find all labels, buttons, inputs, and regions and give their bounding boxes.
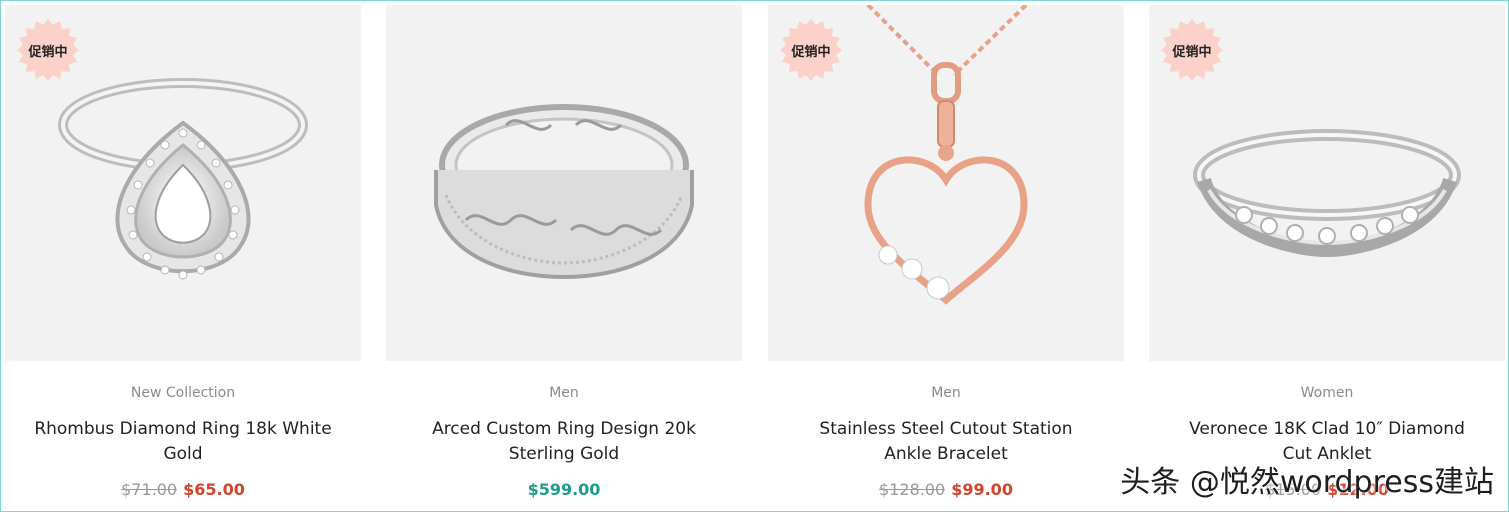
product-image[interactable]: 促销中 [1149, 5, 1505, 361]
product-category-link[interactable]: New Collection [5, 385, 361, 401]
sale-price: $65.00 [183, 480, 245, 499]
sale-badge-label: 促销中 [28, 44, 68, 60]
product-category-link[interactable]: Women [1149, 385, 1505, 401]
sale-badge-label: 促销中 [791, 44, 831, 60]
regular-price: $599.00 [527, 480, 601, 499]
product-card[interactable]: Men Arced Custom Ring Design 20k Sterlin… [386, 5, 742, 511]
product-price: $128.00 $99.00 [768, 480, 1124, 499]
sale-badge-label: 促销中 [1172, 44, 1212, 60]
sale-price: $99.00 [951, 480, 1013, 499]
sale-badge: 促销中 [17, 19, 79, 81]
product-title-link[interactable]: Rhombus Diamond Ring 18k White Gold [33, 417, 333, 467]
product-image[interactable] [386, 5, 742, 361]
old-price: $128.00 [879, 480, 946, 499]
product-category-link[interactable]: Men [768, 385, 1124, 401]
product-title-link[interactable]: Arced Custom Ring Design 20k Sterling Go… [414, 417, 714, 467]
product-price: $599.00 [386, 480, 742, 499]
product-card[interactable]: 促销中 Women Veronece 18K Clad 10″ Diamond … [1149, 5, 1505, 511]
product-image[interactable]: 促销中 [768, 5, 1124, 361]
filigree-band-ring-icon [434, 104, 694, 280]
watermark-text: 头条 @悦然wordpress建站 [1120, 465, 1494, 500]
product-grid: 促销中 New Collection Rhombus Diamond Ring … [5, 5, 1505, 511]
product-card[interactable]: 促销中 New Collection Rhombus Diamond Ring … [5, 5, 361, 511]
sale-badge: 促销中 [780, 19, 842, 81]
product-category-link[interactable]: Men [386, 385, 742, 401]
product-title-link[interactable]: Stainless Steel Cutout Station Ankle Bra… [796, 417, 1096, 467]
product-price: $71.00 $65.00 [5, 480, 361, 499]
product-grid-frame: 促销中 New Collection Rhombus Diamond Ring … [0, 0, 1509, 512]
product-card[interactable]: 促销中 Men Stainless Steel Cutout Station A… [768, 5, 1124, 511]
old-price: $71.00 [121, 480, 178, 499]
sale-badge: 促销中 [1161, 19, 1223, 81]
product-image[interactable]: 促销中 [5, 5, 361, 361]
